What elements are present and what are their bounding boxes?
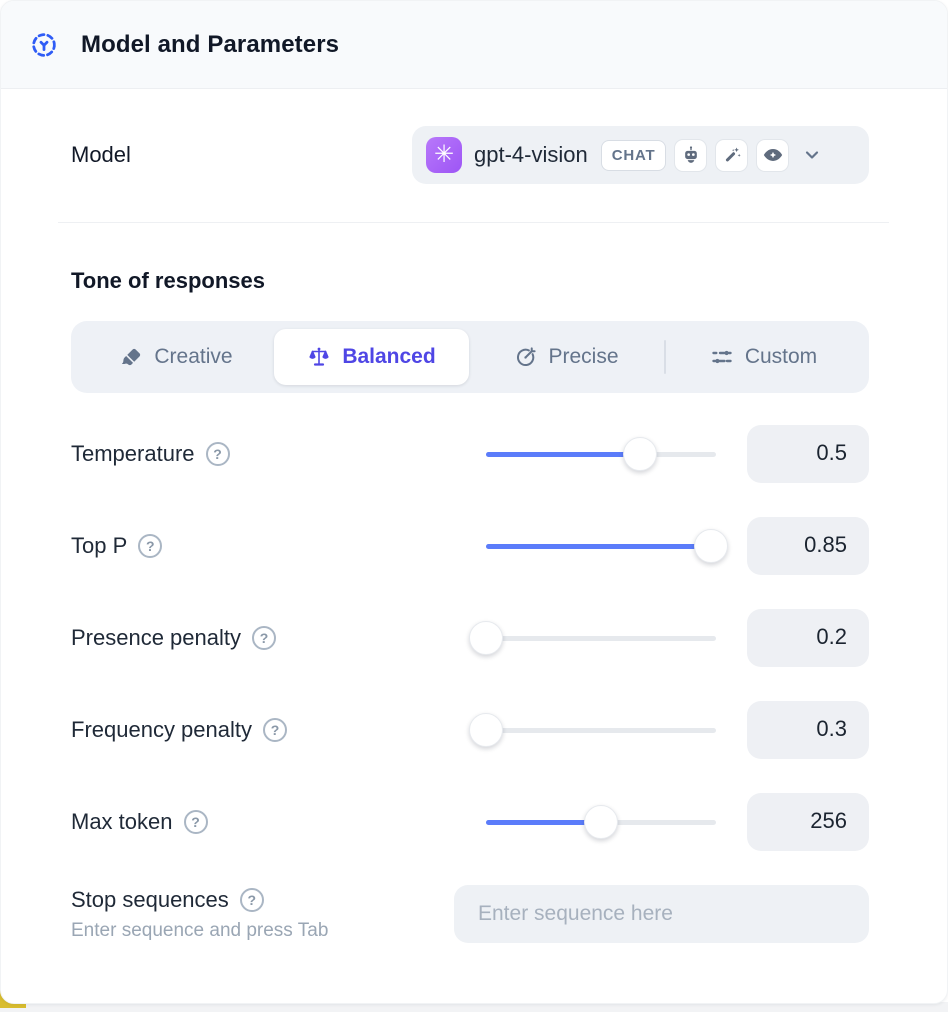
help-icon[interactable]: ? — [184, 810, 208, 834]
tone-option-custom[interactable]: Custom — [666, 329, 861, 385]
slider-fill — [486, 452, 640, 457]
stop-sequences-hint: Enter sequence and press Tab — [71, 920, 328, 942]
model-parameters-panel: Model and Parameters Model ✳ gpt-4-visio… — [0, 0, 948, 1004]
openai-logo: ✳ — [426, 137, 462, 173]
target-icon — [514, 346, 537, 369]
slider[interactable] — [486, 712, 716, 748]
parameter-value-field[interactable]: 0.2 — [747, 609, 869, 667]
tone-option-precise[interactable]: Precise — [469, 329, 664, 385]
slider[interactable] — [486, 804, 716, 840]
parameter-label: Max token — [71, 809, 173, 835]
vision-eye-icon — [756, 139, 789, 172]
sliders-icon — [710, 345, 734, 369]
model-label: Model — [71, 142, 131, 168]
paintbrush-icon — [120, 346, 143, 369]
slider-fill — [486, 544, 711, 549]
panel-header: Model and Parameters — [1, 1, 947, 89]
scales-icon — [307, 345, 331, 369]
help-icon[interactable]: ? — [263, 718, 287, 742]
parameter-value-field[interactable]: 0.3 — [747, 701, 869, 759]
parameter-value-field[interactable]: 0.5 — [747, 425, 869, 483]
slider-track[interactable] — [486, 728, 716, 733]
section-divider — [58, 222, 889, 223]
slider[interactable] — [486, 436, 716, 472]
slider-track[interactable] — [486, 636, 716, 641]
parameter-label: Top P — [71, 533, 127, 559]
parameter-value-field[interactable]: 0.85 — [747, 517, 869, 575]
magic-wand-icon — [715, 139, 748, 172]
tone-heading: Tone of responses — [71, 268, 869, 294]
model-row: Model ✳ gpt-4-vision CHAT — [71, 126, 869, 184]
parameter-label: Presence penalty — [71, 625, 241, 651]
tone-option-balanced[interactable]: Balanced — [274, 329, 469, 385]
parameters-section: Temperature ? 0.5 Top P ? 0.85 Presence … — [71, 425, 869, 851]
parameter-row: Max token ? 256 — [71, 793, 869, 851]
stop-sequences-label: Stop sequences — [71, 887, 229, 913]
selected-model-name: gpt-4-vision — [474, 142, 588, 168]
panel-title: Model and Parameters — [81, 31, 339, 59]
slider-thumb[interactable] — [469, 713, 503, 747]
help-icon[interactable]: ? — [138, 534, 162, 558]
slider-thumb[interactable] — [584, 805, 618, 839]
help-icon[interactable]: ? — [206, 442, 230, 466]
slider[interactable] — [486, 620, 716, 656]
parameter-row: Presence penalty ? 0.2 — [71, 609, 869, 667]
parameter-row: Frequency penalty ? 0.3 — [71, 701, 869, 759]
parameter-value-field[interactable]: 256 — [747, 793, 869, 851]
chevron-down-icon — [802, 145, 822, 165]
parameter-row: Temperature ? 0.5 — [71, 425, 869, 483]
model-hub-icon — [29, 30, 59, 60]
parameter-label: Temperature — [71, 441, 195, 467]
slider-thumb[interactable] — [623, 437, 657, 471]
parameter-label: Frequency penalty — [71, 717, 252, 743]
help-icon[interactable]: ? — [240, 888, 264, 912]
tone-option-creative[interactable]: Creative — [79, 329, 274, 385]
help-icon[interactable]: ? — [252, 626, 276, 650]
robot-icon — [674, 139, 707, 172]
stop-sequence-input[interactable] — [454, 885, 869, 943]
parameter-row: Top P ? 0.85 — [71, 517, 869, 575]
slider[interactable] — [486, 528, 716, 564]
stop-sequences-labels: Stop sequences ? Enter sequence and pres… — [71, 887, 328, 942]
slider-thumb[interactable] — [694, 529, 728, 563]
model-select-dropdown[interactable]: ✳ gpt-4-vision CHAT — [412, 126, 869, 184]
stop-sequences-row: Stop sequences ? Enter sequence and pres… — [71, 885, 869, 943]
chat-badge: CHAT — [601, 140, 667, 171]
slider-thumb[interactable] — [469, 621, 503, 655]
tone-segmented-control: Creative Balanced Precise Custom — [71, 321, 869, 393]
